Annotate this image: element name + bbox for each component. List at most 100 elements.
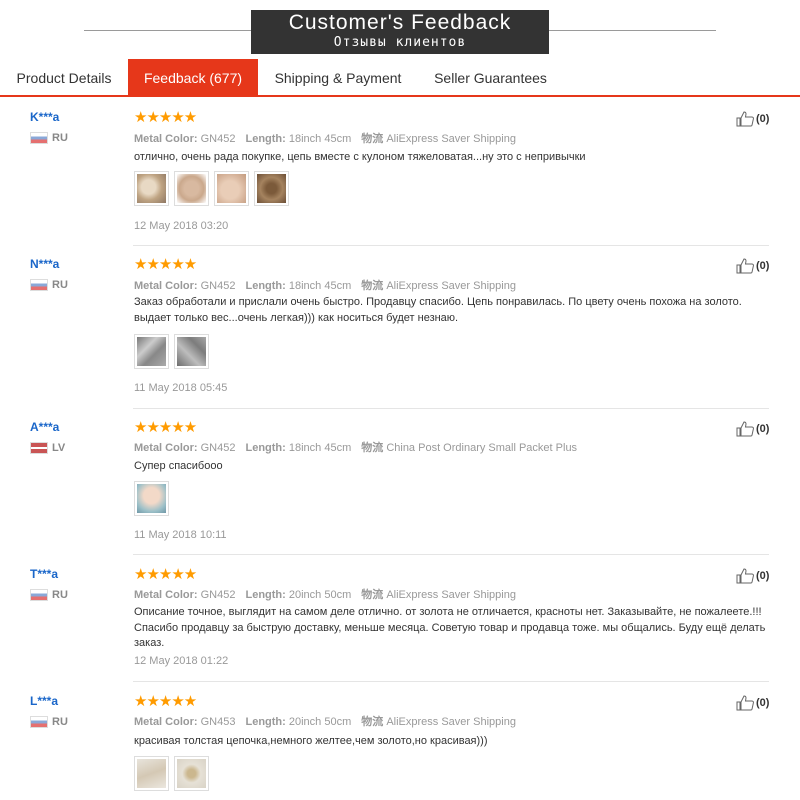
reviewer-name[interactable]: A***a [30,420,59,434]
review-photo-thumbnail[interactable] [174,756,209,791]
review-separator [133,245,769,246]
reviewer-country: RU [30,132,68,144]
metal-color-value: GN453 [200,716,236,728]
country-code: RU [52,279,68,291]
order-attributes: Metal Color: GN452 Length: 18inch 45cm 物流 … [134,130,516,146]
review-photo-thumbnail[interactable] [174,334,209,369]
review-photo-thumbnail[interactable] [214,171,249,206]
review-photo-thumbnail[interactable] [254,171,289,206]
reviewer-country: RU [30,716,68,728]
photo-pendant-on-palm [177,174,206,203]
review-separator [133,554,769,555]
shipping-value: AliExpress Saver Shipping [386,133,516,145]
flag-icon [30,132,48,144]
country-code: RU [52,589,68,601]
star-rating: ★★★★★ [134,566,197,583]
shipping-label: 物流 [361,442,384,454]
length-label: Length: [245,442,286,454]
reviewer-name[interactable]: T***a [30,567,58,581]
review-date: 11 May 2018 10:11 [134,529,227,541]
review-photos [134,481,169,516]
photo-chain-worn [137,484,166,513]
metal-color-label: Metal Color: [134,280,198,292]
review-separator [133,681,769,682]
review-text: Описание точное, выглядит на самом деле … [134,606,766,649]
shipping-value: AliExpress Saver Shipping [386,716,516,728]
review-separator [133,408,769,409]
helpful-count: (0) [756,423,770,435]
length-label: Length: [245,280,286,292]
helpful-button[interactable]: (0) [736,421,769,437]
section-banner: Customer's Feedback Отзывы клиентов [251,10,549,54]
length-value: 18inch 45cm [288,280,352,292]
shipping-value: AliExpress Saver Shipping [386,280,516,292]
metal-color-label: Metal Color: [134,133,198,145]
review-text: Заказ обработали и прислали очень быстро… [134,296,742,324]
order-attributes: Metal Color: GN452 Length: 18inch 45cm 物流 … [134,439,577,455]
country-code: RU [52,132,68,144]
tab-seller-guarantees[interactable]: Seller Guarantees [418,59,563,95]
helpful-count: (0) [756,697,770,709]
review-photos [134,171,289,206]
review-photo-thumbnail[interactable] [134,481,169,516]
length-label: Length: [245,133,286,145]
review-date: 12 May 2018 03:20 [134,220,229,232]
reviewer-country: LV [30,442,65,454]
helpful-count: (0) [756,570,770,582]
banner-subtitle: Отзывы клиентов [333,35,467,50]
review-photo-thumbnail[interactable] [174,171,209,206]
flag-icon [30,442,48,454]
metal-color-value: GN452 [200,133,236,145]
review-photo-thumbnail[interactable] [134,171,169,206]
metal-color-value: GN452 [200,442,236,454]
photo-chain-on-paper [137,759,166,788]
length-value: 20inch 50cm [288,716,352,728]
metal-color-label: Metal Color: [134,716,198,728]
review-photo-thumbnail[interactable] [134,334,169,369]
length-label: Length: [245,716,286,728]
star-rating: ★★★★★ [134,109,197,126]
reviewer-country: RU [30,589,68,601]
review-photos [134,756,209,791]
shipping-value: AliExpress Saver Shipping [386,589,516,601]
tab-feedback[interactable]: Feedback (677) [128,59,258,96]
length-value: 18inch 45cm [288,133,352,145]
metal-color-value: GN452 [200,589,236,601]
review-date: 12 May 2018 01:22 [134,655,229,667]
country-code: RU [52,716,68,728]
tab-product-details[interactable]: Product Details [0,59,128,95]
review-text: отлично, очень рада покупке, цепь вместе… [134,151,586,163]
metal-color-value: GN452 [200,280,236,292]
photo-pendant-close-up [257,174,286,203]
helpful-button[interactable]: (0) [736,258,769,274]
star-rating: ★★★★★ [134,256,197,273]
thumbs-up-icon [736,695,754,711]
review-text: красивая толстая цепочка,немного желтее,… [134,735,488,747]
length-value: 20inch 50cm [288,589,352,601]
metal-color-label: Metal Color: [134,589,198,601]
review-photos [134,334,209,369]
photo-chain-flat [137,337,166,366]
thumbs-up-icon [736,258,754,274]
star-rating: ★★★★★ [134,419,197,436]
helpful-button[interactable]: (0) [736,568,769,584]
reviewer-name[interactable]: K***a [30,110,59,124]
thumbs-up-icon [736,568,754,584]
star-rating: ★★★★★ [134,693,197,710]
helpful-button[interactable]: (0) [736,111,769,127]
helpful-button[interactable]: (0) [736,695,769,711]
tab-bar: Product Details Feedback (677) Shipping … [0,59,800,97]
helpful-count: (0) [756,113,770,125]
flag-icon [30,279,48,291]
reviewer-country: RU [30,279,68,291]
reviewer-name[interactable]: N***a [30,257,59,271]
review-photo-thumbnail[interactable] [134,756,169,791]
shipping-value: China Post Ordinary Small Packet Plus [386,442,578,454]
photo-chain-detail [177,337,206,366]
thumbs-up-icon [736,111,754,127]
flag-icon [30,589,48,601]
reviewer-name[interactable]: L***a [30,694,58,708]
country-code: LV [52,442,66,454]
thumbs-up-icon [736,421,754,437]
tab-shipping-payment[interactable]: Shipping & Payment [258,59,418,95]
